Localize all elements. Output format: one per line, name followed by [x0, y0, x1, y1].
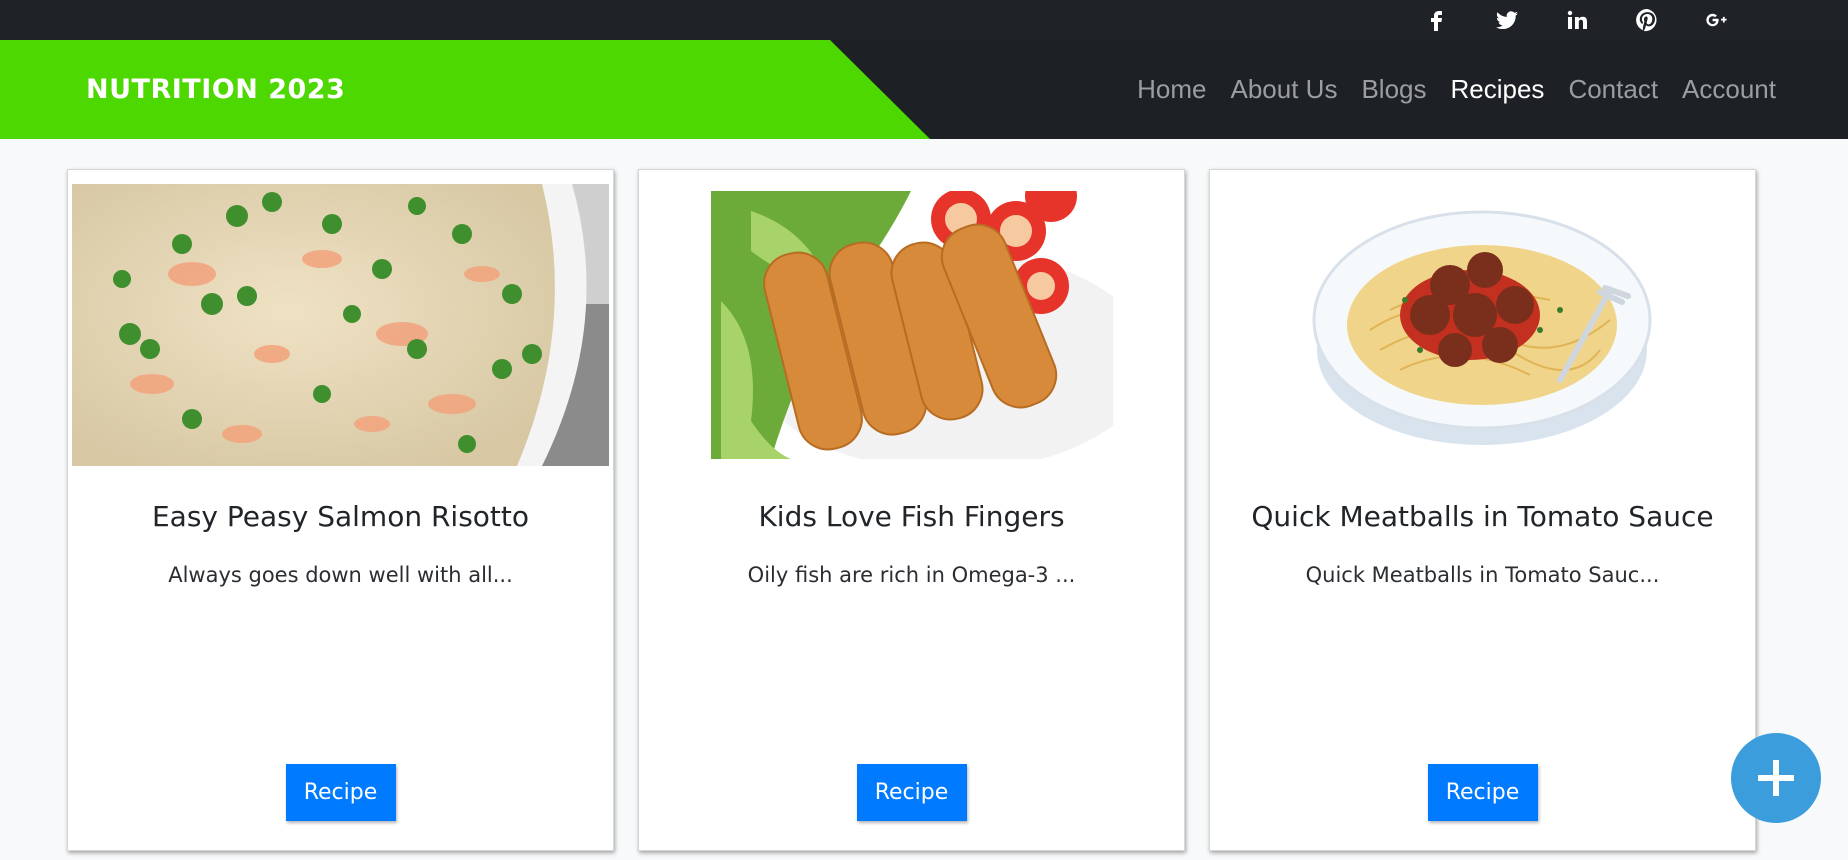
card-image-container: [639, 170, 1184, 470]
pinterest-link[interactable]: [1612, 0, 1682, 40]
recipe-card-salmon-risotto: Easy Peasy Salmon Risotto Always goes do…: [67, 169, 614, 851]
meatballs-pasta-photo: [1310, 200, 1655, 450]
nav-recipes[interactable]: Recipes: [1439, 74, 1557, 105]
recipe-card-meatballs: Quick Meatballs in Tomato Sauce Quick Me…: [1209, 169, 1756, 851]
linkedin-link[interactable]: [1542, 0, 1612, 40]
twitter-link[interactable]: [1472, 0, 1542, 40]
facebook-icon: [1431, 11, 1442, 31]
plus-icon: [1758, 760, 1794, 796]
site-brand[interactable]: NUTRITION 2023: [86, 40, 345, 139]
linkedin-icon: [1567, 10, 1587, 29]
fish-fingers-photo: [710, 191, 1113, 459]
card-description: Oily fish are rich in Omega-3 ...: [747, 563, 1076, 587]
twitter-icon: [1496, 11, 1518, 30]
nav-about-us[interactable]: About Us: [1219, 74, 1350, 105]
google-plus-icon: [1706, 13, 1727, 27]
card-description: Always goes down well with all...: [168, 563, 513, 587]
recipe-button[interactable]: Recipe: [856, 764, 967, 821]
card-title: Kids Love Fish Fingers: [758, 500, 1065, 533]
recipe-button[interactable]: Recipe: [285, 764, 396, 821]
salmon-risotto-photo: [72, 184, 609, 466]
recipe-cards: Easy Peasy Salmon Risotto Always goes do…: [67, 169, 1756, 851]
pinterest-icon: [1636, 9, 1657, 32]
nav-contact[interactable]: Contact: [1556, 74, 1670, 105]
nav-home[interactable]: Home: [1125, 74, 1218, 105]
card-image-container: [1210, 170, 1755, 470]
card-title: Easy Peasy Salmon Risotto: [151, 500, 530, 533]
nav-blogs[interactable]: Blogs: [1349, 74, 1438, 105]
top-bar: [0, 0, 1848, 40]
nav-account[interactable]: Account: [1670, 74, 1788, 105]
card-image-container: [68, 170, 613, 470]
facebook-link[interactable]: [1402, 0, 1472, 40]
recipe-button[interactable]: Recipe: [1427, 764, 1538, 821]
google-plus-link[interactable]: [1682, 0, 1752, 40]
nav-menu: Home About Us Blogs Recipes Contact Acco…: [1125, 40, 1788, 139]
card-description: Quick Meatballs in Tomato Sauc...: [1305, 563, 1660, 587]
add-fab-button[interactable]: [1731, 733, 1821, 823]
card-title: Quick Meatballs in Tomato Sauce: [1251, 500, 1714, 533]
social-links: [1402, 0, 1752, 40]
main-navbar: NUTRITION 2023 Home About Us Blogs Recip…: [0, 40, 1848, 139]
recipe-card-fish-fingers: Kids Love Fish Fingers Oily fish are ric…: [638, 169, 1185, 851]
